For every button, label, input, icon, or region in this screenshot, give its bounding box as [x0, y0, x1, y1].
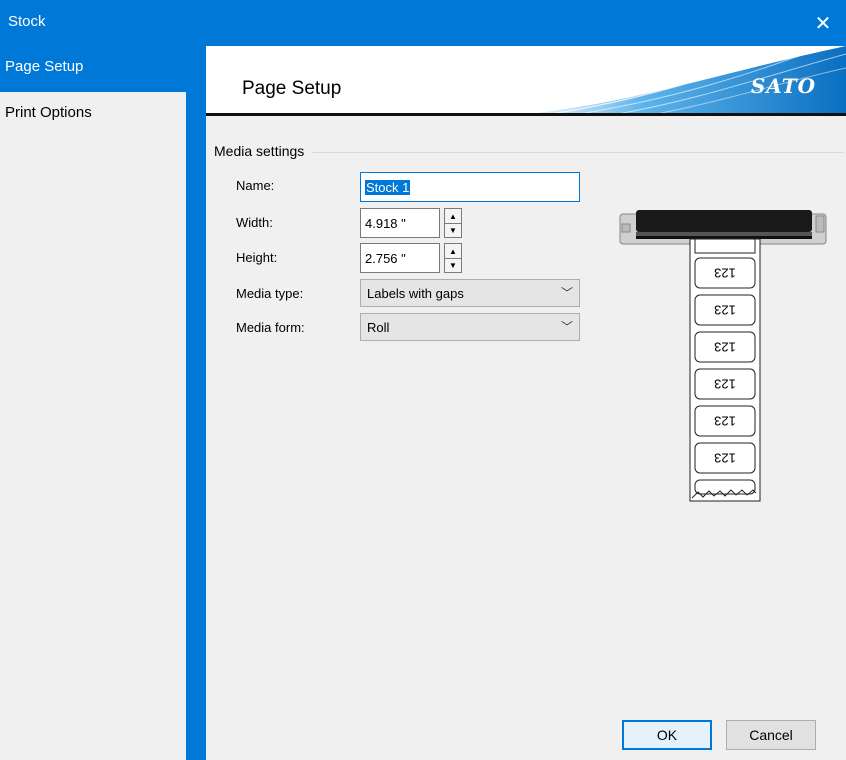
height-field-value: 2.756 " [365, 250, 406, 266]
sidebar-item-print-options[interactable]: Print Options [0, 92, 186, 136]
media-preview-illustration: 123 123 123 123 123 123 [619, 210, 827, 502]
name-label: Name: [236, 178, 275, 193]
media-type-dropdown[interactable]: Labels with gaps ﹀ [360, 279, 580, 307]
page-title: Page Setup [242, 78, 342, 99]
sidebar-item-page-setup[interactable]: Page Setup [0, 46, 186, 90]
width-label: Width: [236, 215, 273, 230]
preview-label-text: 123 [714, 414, 736, 429]
chevron-down-icon: ﹀ [560, 320, 573, 334]
width-field-value: 4.918 " [365, 215, 406, 231]
header-divider [206, 113, 846, 116]
sidebar-panel: Print Options [0, 92, 186, 760]
page-header: Page Setup SATO [206, 46, 846, 116]
name-field-value: Stock 1 [365, 179, 411, 195]
width-spinner[interactable]: ▲ ▼ [444, 208, 462, 238]
height-spinner[interactable]: ▲ ▼ [444, 243, 462, 273]
media-form-value: Roll [367, 319, 390, 335]
sato-logo: SATO [750, 74, 816, 98]
chevron-down-icon: ﹀ [560, 286, 573, 300]
sidebar: Page Setup Print Options [0, 46, 206, 760]
height-spin-down-icon[interactable]: ▼ [445, 258, 461, 272]
media-type-value: Labels with gaps [367, 285, 464, 301]
preview-label-text: 123 [714, 451, 736, 466]
height-field[interactable]: 2.756 " [360, 243, 440, 273]
height-spin-up-icon[interactable]: ▲ [445, 244, 461, 258]
media-type-label: Media type: [236, 286, 304, 301]
close-icon[interactable]: ✕ [800, 0, 846, 46]
width-spin-down-icon[interactable]: ▼ [445, 223, 461, 237]
preview-label-partial [694, 479, 756, 495]
preview-label-text: 123 [714, 377, 736, 392]
height-label: Height: [236, 250, 278, 265]
preview-label-text: 123 [714, 340, 736, 355]
title-bar: Stock ✕ [0, 0, 846, 46]
media-form-label: Media form: [236, 320, 305, 335]
width-field[interactable]: 4.918 " [360, 208, 440, 238]
window-title: Stock [8, 13, 46, 30]
media-form-dropdown[interactable]: Roll ﹀ [360, 313, 580, 341]
width-spin-up-icon[interactable]: ▲ [445, 209, 461, 223]
content-area: Page Setup SATO Media settings Name: Sto… [206, 46, 846, 760]
name-field[interactable]: Stock 1 [360, 172, 580, 202]
preview-label-text: 123 [714, 266, 736, 281]
preview-label-text: 123 [714, 303, 736, 318]
cancel-button[interactable]: Cancel [726, 720, 816, 750]
ok-button[interactable]: OK [622, 720, 712, 750]
media-settings-group-label: Media settings [214, 143, 313, 159]
preview-label-partial [694, 238, 756, 254]
